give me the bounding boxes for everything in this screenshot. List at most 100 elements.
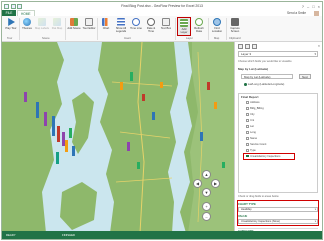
button-label: Themes xyxy=(22,27,32,30)
clock-icon xyxy=(147,18,155,26)
chart-type-value: HeatMap xyxy=(241,208,252,211)
avatar[interactable] xyxy=(314,10,319,16)
play-icon xyxy=(8,18,15,26)
chart-type-select[interactable]: HeatMap ▾ xyxy=(238,207,318,212)
text-box-button[interactable]: Text Box xyxy=(159,17,173,36)
data-bar[interactable] xyxy=(56,152,59,164)
map-labels-button[interactable]: Map Labels xyxy=(35,17,49,36)
field-item-unsatisfactory[interactable]: Unsatisfactory Inspections xyxy=(246,155,280,158)
pan-up-button[interactable]: ▲ xyxy=(202,170,211,179)
data-bar[interactable] xyxy=(127,142,130,151)
pan-right-button[interactable]: ▶ xyxy=(211,179,220,188)
pan-left-button[interactable]: ◀ xyxy=(193,179,202,188)
land-island xyxy=(72,92,94,154)
hint-top: Choose which fields you would like to vi… xyxy=(238,60,292,63)
data-bar[interactable] xyxy=(207,82,210,90)
layer-icon[interactable] xyxy=(238,44,243,49)
close-pane-button[interactable]: × xyxy=(318,44,320,48)
refresh-data-button[interactable]: Refresh Data xyxy=(192,17,206,36)
flat-map-button[interactable]: Flat Map xyxy=(50,17,64,36)
data-bar[interactable] xyxy=(72,146,75,156)
button-label: Chart xyxy=(102,27,110,30)
field-item[interactable]: Long xyxy=(246,131,256,134)
checkbox[interactable] xyxy=(246,131,249,134)
settings-icon[interactable] xyxy=(245,44,250,49)
group-label-insert: Insert xyxy=(124,37,131,40)
field-label: Address xyxy=(250,101,260,104)
checkbox[interactable] xyxy=(246,113,249,116)
zoom-out-button[interactable]: – xyxy=(202,212,211,221)
time-line-button[interactable]: Time Line xyxy=(129,17,143,36)
minimize-button[interactable]: – xyxy=(307,4,309,9)
checkbox[interactable] xyxy=(246,137,249,140)
checkbox[interactable] xyxy=(246,143,249,146)
field-item[interactable]: Lat xyxy=(246,125,254,128)
map-by-select[interactable]: Map by Lat (Latitude) xyxy=(241,74,293,79)
tour-editor-button[interactable]: Tour Editor xyxy=(82,17,96,36)
button-label: Text Box xyxy=(160,27,172,30)
find-icon xyxy=(213,18,221,26)
status-ready: READY xyxy=(6,233,16,237)
checkbox[interactable] xyxy=(246,149,249,152)
field-item[interactable]: Type xyxy=(246,149,256,152)
data-bar[interactable] xyxy=(222,162,225,168)
data-bar[interactable] xyxy=(152,112,155,120)
pane-toolbar xyxy=(238,44,257,49)
checkbox-checked[interactable] xyxy=(246,154,249,158)
checkbox[interactable] xyxy=(246,107,249,110)
value-field-value: Unsatisfactory Inspections (None) xyxy=(241,220,280,223)
field-item[interactable]: Service Count xyxy=(246,143,266,146)
find-location-button[interactable]: Find Location xyxy=(210,17,224,36)
field-item[interactable]: City xyxy=(246,113,255,116)
checkbox[interactable] xyxy=(246,101,249,104)
chart-button[interactable]: Chart xyxy=(99,17,113,36)
data-bar[interactable] xyxy=(120,82,123,90)
data-bar[interactable] xyxy=(36,102,39,118)
filter-icon[interactable] xyxy=(252,44,257,49)
field-item[interactable]: Address xyxy=(246,101,260,104)
show-legends-button[interactable]: Show All Legends xyxy=(114,17,128,36)
next-button[interactable]: Next xyxy=(299,74,311,79)
data-bar[interactable] xyxy=(65,140,68,152)
play-tour-button[interactable]: Play Tour xyxy=(4,17,18,36)
data-bar[interactable] xyxy=(214,102,217,109)
map-view[interactable]: ▲ ◀ ▶ ▼ + – xyxy=(2,42,234,233)
data-bar[interactable] xyxy=(137,162,140,169)
close-button[interactable]: × xyxy=(318,4,320,9)
data-bar[interactable] xyxy=(57,126,60,142)
latlong-radio[interactable]: Lat/Long (Latitude/Longitude) xyxy=(244,82,284,86)
field-item[interactable]: Bldg_Billing xyxy=(246,107,264,110)
map-icon xyxy=(38,18,46,26)
group-separator xyxy=(97,18,98,40)
data-bar[interactable] xyxy=(44,112,47,126)
chevron-down-icon: ▾ xyxy=(314,220,316,223)
zoom-in-button[interactable]: + xyxy=(202,202,211,211)
button-label: Capture Screen xyxy=(230,27,240,33)
help-button[interactable]: ? xyxy=(302,4,304,9)
checkbox[interactable] xyxy=(246,125,249,128)
capture-screen-button[interactable]: Capture Screen xyxy=(228,17,242,36)
add-scene-button[interactable]: Add Scene xyxy=(67,17,81,36)
checkbox[interactable] xyxy=(246,119,249,122)
data-bar[interactable] xyxy=(200,132,203,141)
add-layer-button[interactable]: Add Layer xyxy=(177,17,191,36)
data-bar[interactable] xyxy=(130,72,133,81)
data-bar[interactable] xyxy=(24,92,27,102)
field-item[interactable]: Cnt xyxy=(246,119,254,122)
field-label: Lat xyxy=(250,125,254,128)
themes-button[interactable]: Themes xyxy=(20,17,34,36)
layer-selector[interactable]: Layer 3 ▾ xyxy=(238,51,318,57)
data-bar[interactable] xyxy=(142,94,145,101)
data-bar[interactable] xyxy=(160,82,163,88)
button-label: Find Location xyxy=(211,27,223,33)
pan-down-button[interactable]: ▼ xyxy=(202,188,211,197)
field-label: City xyxy=(250,113,255,116)
button-label: Show All Legends xyxy=(115,27,127,33)
date-time-button[interactable]: Date & Time xyxy=(144,17,158,36)
data-bar[interactable] xyxy=(69,128,72,138)
value-select[interactable]: Unsatisfactory Inspections (None) ▾ xyxy=(238,219,318,224)
data-bar[interactable] xyxy=(52,116,55,136)
maximize-button[interactable]: □ xyxy=(312,4,314,9)
field-item[interactable]: Name xyxy=(246,137,257,140)
field-label: Unsatisfactory Inspections xyxy=(250,154,281,158)
